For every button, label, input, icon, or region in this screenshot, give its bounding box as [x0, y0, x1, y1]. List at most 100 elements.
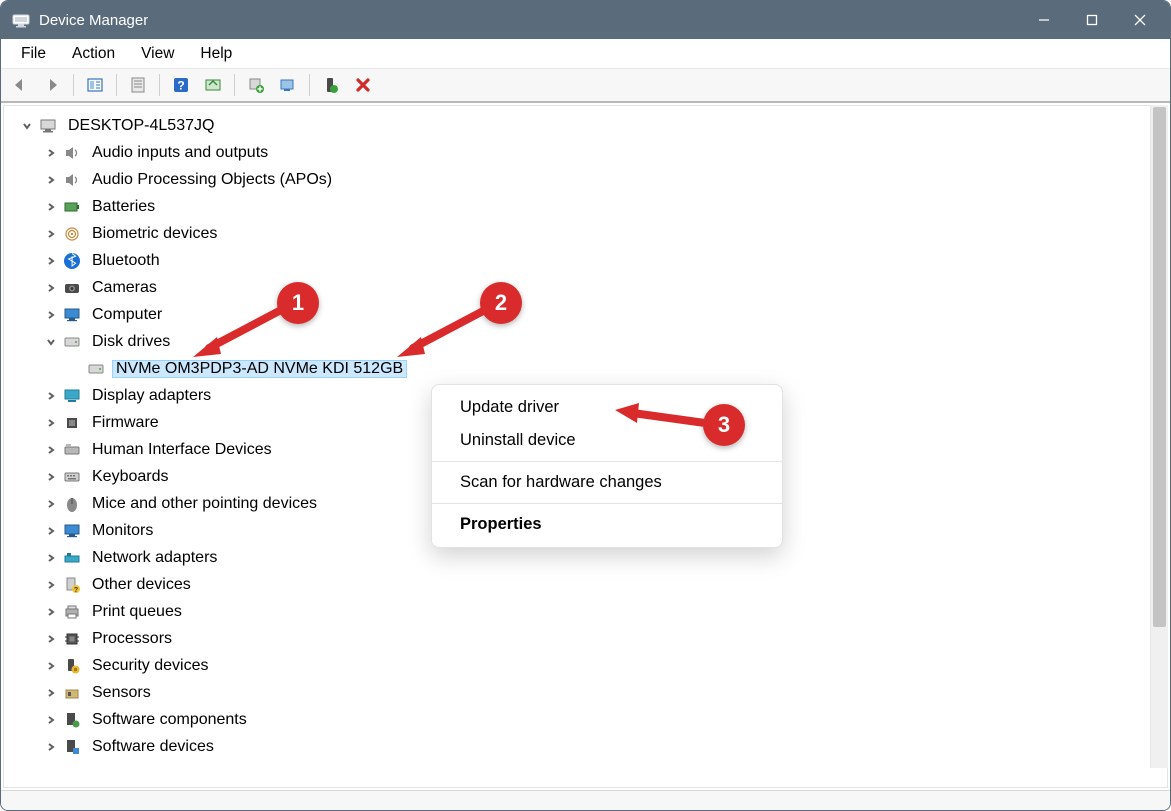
display-icon [62, 387, 82, 405]
show-hidden-button[interactable] [80, 72, 110, 98]
computer-icon [38, 117, 58, 135]
chevron-right-icon[interactable] [42, 576, 60, 594]
chevron-right-icon[interactable] [42, 387, 60, 405]
chevron-right-icon[interactable] [42, 252, 60, 270]
chevron-right-icon[interactable] [42, 711, 60, 729]
tree-item[interactable]: Software devices [42, 733, 1167, 760]
uninstall-button[interactable] [273, 72, 303, 98]
maximize-button[interactable] [1068, 1, 1116, 39]
printer-icon [62, 603, 82, 621]
statusbar [1, 790, 1170, 810]
toolbar: ? [1, 69, 1170, 103]
tree-item[interactable]: Biometric devices [42, 220, 1167, 247]
window-title: Device Manager [39, 12, 148, 29]
titlebar: Device Manager [1, 1, 1170, 39]
svg-text:?: ? [177, 79, 184, 93]
update-driver-button[interactable] [241, 72, 271, 98]
chevron-down-icon[interactable] [42, 333, 60, 351]
ctx-scan-hardware[interactable]: Scan for hardware changes [432, 466, 782, 499]
minimize-button[interactable] [1020, 1, 1068, 39]
ctx-update-driver[interactable]: Update driver [432, 391, 782, 424]
help-button[interactable]: ? [166, 72, 196, 98]
close-button[interactable] [1116, 1, 1164, 39]
chip-icon [62, 414, 82, 432]
network-icon [62, 549, 82, 567]
fingerprint-icon [62, 225, 82, 243]
tree-item[interactable]: Cameras [42, 274, 1167, 301]
tree-item[interactable]: Batteries [42, 193, 1167, 220]
chevron-right-icon[interactable] [42, 495, 60, 513]
chevron-right-icon[interactable] [42, 441, 60, 459]
chevron-right-icon[interactable] [42, 279, 60, 297]
tree-item[interactable]: Network adapters [42, 544, 1167, 571]
chevron-right-icon[interactable] [42, 306, 60, 324]
tree-item[interactable]: Audio inputs and outputs [42, 139, 1167, 166]
chevron-right-icon[interactable] [42, 738, 60, 756]
keyboard-icon [62, 468, 82, 486]
tree-item-disk-drives[interactable]: Disk drives [42, 328, 1167, 355]
svg-text:?: ? [74, 587, 78, 594]
app-icon [11, 10, 31, 30]
chevron-right-icon[interactable] [42, 630, 60, 648]
tree-item[interactable]: Software components [42, 706, 1167, 733]
tree-item[interactable]: Audio Processing Objects (APOs) [42, 166, 1167, 193]
disable-button[interactable] [348, 72, 378, 98]
tree-root-label: DESKTOP-4L537JQ [64, 117, 218, 135]
chevron-right-icon[interactable] [42, 225, 60, 243]
chevron-right-icon[interactable] [42, 198, 60, 216]
disk-icon [62, 333, 82, 351]
chevron-right-icon[interactable] [42, 414, 60, 432]
ctx-properties[interactable]: Properties [432, 508, 782, 541]
vertical-scrollbar[interactable] [1150, 105, 1168, 768]
menubar: File Action View Help [1, 39, 1170, 69]
tree-item[interactable]: Bluetooth [42, 247, 1167, 274]
tree-item[interactable]: Sensors [42, 679, 1167, 706]
back-button[interactable] [5, 72, 35, 98]
menu-file[interactable]: File [9, 41, 58, 67]
hid-icon [62, 441, 82, 459]
chevron-right-icon[interactable] [42, 657, 60, 675]
tree-item[interactable]: ? Other devices [42, 571, 1167, 598]
ctx-separator [432, 461, 782, 462]
monitor-icon [62, 522, 82, 540]
tree-item[interactable]: Print queues [42, 598, 1167, 625]
forward-button[interactable] [37, 72, 67, 98]
speaker-icon [62, 144, 82, 162]
sensor-icon [62, 684, 82, 702]
menu-help[interactable]: Help [188, 41, 244, 67]
context-menu: Update driver Uninstall device Scan for … [431, 384, 783, 548]
tree-item[interactable]: Processors [42, 625, 1167, 652]
chevron-down-icon[interactable] [18, 117, 36, 135]
chevron-right-icon[interactable] [42, 684, 60, 702]
disk-icon [86, 360, 106, 378]
chevron-right-icon[interactable] [42, 603, 60, 621]
scrollbar-thumb[interactable] [1153, 107, 1166, 627]
security-icon [62, 657, 82, 675]
scan-button[interactable] [198, 72, 228, 98]
ctx-uninstall-device[interactable]: Uninstall device [432, 424, 782, 457]
software-device-icon [62, 738, 82, 756]
chevron-right-icon[interactable] [42, 522, 60, 540]
speaker-icon [62, 171, 82, 189]
component-icon [62, 711, 82, 729]
properties-button[interactable] [123, 72, 153, 98]
tree-item[interactable]: Security devices [42, 652, 1167, 679]
menu-action[interactable]: Action [60, 41, 127, 67]
mouse-icon [62, 495, 82, 513]
tree-item[interactable]: Computer [42, 301, 1167, 328]
tree-item-nvme-disk[interactable]: NVMe OM3PDP3-AD NVMe KDI 512GB [66, 355, 1167, 382]
chevron-right-icon[interactable] [42, 144, 60, 162]
tree-root[interactable]: DESKTOP-4L537JQ [18, 112, 1167, 139]
monitor-icon [62, 306, 82, 324]
chevron-right-icon[interactable] [42, 171, 60, 189]
camera-icon [62, 279, 82, 297]
cpu-icon [62, 630, 82, 648]
device-manager-window: Device Manager File Action View Help ? [0, 0, 1171, 811]
bluetooth-icon [62, 252, 82, 270]
chevron-right-icon[interactable] [42, 468, 60, 486]
selected-device-label: NVMe OM3PDP3-AD NVMe KDI 512GB [112, 360, 407, 378]
ctx-separator [432, 503, 782, 504]
menu-view[interactable]: View [129, 41, 186, 67]
enable-button[interactable] [316, 72, 346, 98]
chevron-right-icon[interactable] [42, 549, 60, 567]
